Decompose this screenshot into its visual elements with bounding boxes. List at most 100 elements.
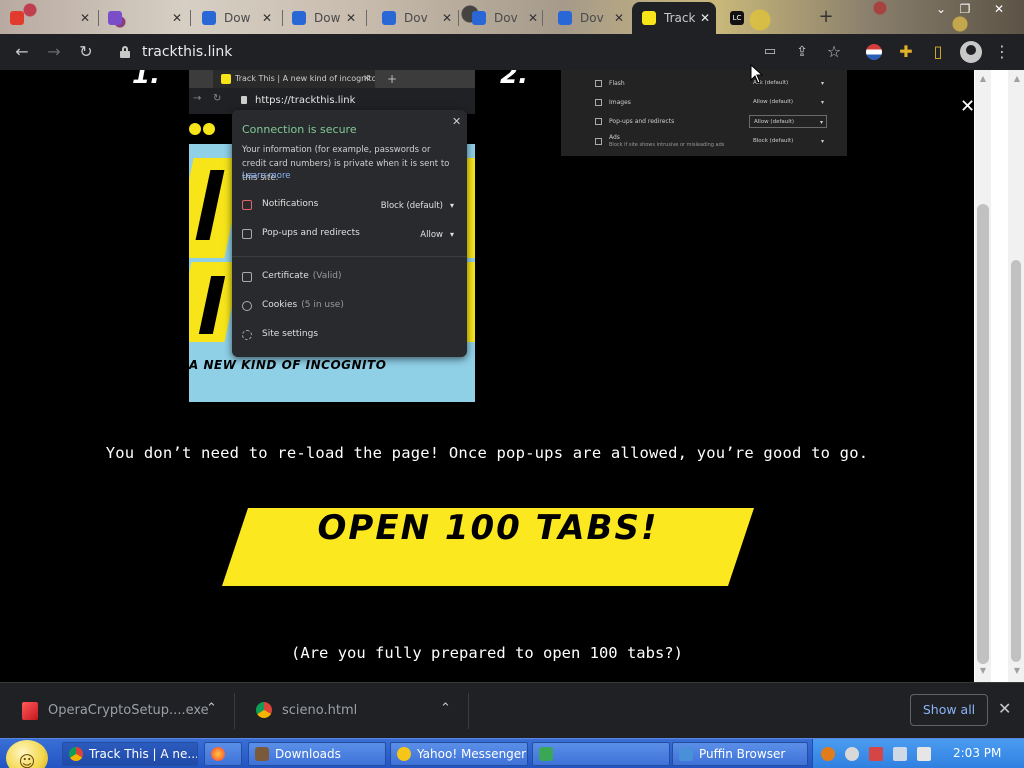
app-icon — [539, 747, 553, 761]
search-icon[interactable] — [821, 747, 835, 761]
taskbar-item[interactable]: Downloads — [248, 742, 386, 766]
download-item[interactable]: OperaCryptoSetup....exe ⌃ — [0, 683, 234, 739]
tab-6[interactable]: Dov ✕ — [466, 6, 544, 30]
chevron-up-icon[interactable]: ⌃ — [440, 701, 451, 716]
tab-favicon — [558, 11, 572, 25]
tab-separator — [458, 10, 459, 26]
reload-icon[interactable]: ↻ — [74, 40, 98, 64]
external-link-icon — [242, 229, 252, 239]
close-icon[interactable]: ✕ — [960, 96, 974, 117]
chevron-up-icon[interactable]: ⌃ — [206, 701, 217, 716]
popups-row: Pop-ups and redirects Allow — [242, 227, 457, 243]
close-icon[interactable]: ✕ — [262, 11, 272, 25]
close-window-icon[interactable]: ✕ — [988, 0, 1010, 18]
restore-window-icon[interactable]: ❐ — [954, 0, 976, 18]
confirmation-question: (Are you fully prepared to open 100 tabs… — [291, 644, 683, 662]
tab-9[interactable]: LC — [724, 6, 794, 30]
close-icon[interactable]: ✕ — [528, 11, 538, 25]
notifications-label: Notifications — [262, 199, 319, 209]
taskbar-item[interactable]: Puffin Browser — [672, 742, 808, 766]
side-panel-icon[interactable]: ▯ — [926, 40, 950, 64]
image-icon — [595, 99, 602, 106]
setting-row: Images Allow (default) — [561, 93, 847, 113]
open-100-tabs-button[interactable]: OPEN 100 TABS! — [222, 508, 754, 586]
screenshot-url: https://trackthis.link — [255, 95, 356, 106]
network-warning-icon[interactable] — [869, 747, 883, 761]
tab-separator — [366, 10, 367, 26]
close-icon[interactable]: ✕ — [172, 11, 182, 25]
firefox-icon — [211, 747, 225, 761]
new-tab-button[interactable]: + — [814, 6, 838, 28]
folder-icon — [255, 747, 269, 761]
tab-active-track-this[interactable]: Track ✕ — [632, 2, 716, 34]
notifications-select: Block (default) — [375, 198, 457, 214]
tab-favicon — [10, 11, 24, 25]
step-number-1: 1. — [132, 70, 160, 90]
address-bar[interactable]: trackthis.link — [110, 38, 850, 66]
taskbar-item-label: Puffin Browser — [699, 747, 786, 761]
lock-icon[interactable] — [120, 46, 130, 58]
popup-title: Connection is secure — [242, 123, 357, 136]
puzzle-extensions-icon[interactable]: ✚ — [894, 40, 918, 64]
popup-blocked-icon[interactable]: ▭ — [758, 40, 782, 64]
extension-flag-icon[interactable] — [862, 40, 886, 64]
back-arrow-icon[interactable]: ← — [10, 40, 34, 64]
forward-arrow-icon: → — [193, 93, 202, 104]
button-label: OPEN 100 TABS! — [317, 508, 659, 548]
tab-5[interactable]: Dov ✕ — [376, 6, 458, 30]
popups-label: Pop-ups and redirects — [262, 228, 360, 238]
mouse-cursor-icon — [750, 63, 764, 84]
tab-separator — [542, 10, 543, 26]
gear-icon — [242, 330, 252, 340]
profile-avatar[interactable] — [960, 41, 982, 63]
start-button[interactable]: ☺ — [6, 740, 48, 768]
forward-arrow-icon[interactable]: → — [42, 40, 66, 64]
close-icon[interactable]: ✕ — [346, 11, 356, 25]
tab-label: Dov — [580, 11, 604, 25]
close-icon[interactable]: ✕ — [998, 699, 1011, 718]
setting-label: Images — [609, 99, 631, 106]
setting-label: Ads — [609, 134, 620, 141]
status-icon[interactable] — [845, 747, 859, 761]
close-icon[interactable]: ✕ — [80, 11, 90, 25]
step-number-2: 2. — [500, 70, 528, 90]
close-icon[interactable]: ✕ — [700, 11, 710, 25]
setting-select: Block (default) — [749, 135, 827, 148]
yahoo-messenger-icon — [397, 747, 411, 761]
scroll-down-arrow-icon[interactable]: ▼ — [1012, 666, 1022, 675]
close-icon[interactable]: ✕ — [614, 11, 624, 25]
share-icon[interactable]: ⇪ — [790, 40, 814, 64]
taskbar-item[interactable] — [532, 742, 670, 766]
bookmark-star-icon[interactable]: ☆ — [822, 40, 846, 64]
tab-7[interactable]: Dov ✕ — [552, 6, 630, 30]
tab-1[interactable]: ✕ — [4, 6, 96, 30]
outer-scrollbar-thumb[interactable] — [1011, 260, 1021, 662]
cookies-label: Cookies (5 in use) — [262, 300, 344, 310]
url-text[interactable]: trackthis.link — [142, 44, 232, 60]
site-settings-row: Site settings — [242, 328, 457, 344]
chevron-down-icon[interactable]: ⌄ — [930, 0, 952, 18]
taskbar-item[interactable]: Yahoo! Messenger — [390, 742, 528, 766]
tab-4[interactable]: Dow ✕ — [286, 6, 362, 30]
scroll-up-arrow-icon[interactable]: ▲ — [1012, 74, 1022, 83]
page-scrollbar[interactable]: ▲ ▼ ▲ ▼ — [974, 70, 1024, 682]
browser-toolbar: ← → ↻ trackthis.link ▭ ⇪ ☆ ✚ ▯ ⋮ — [0, 34, 1024, 70]
more-menu-icon[interactable]: ⋮ — [990, 40, 1014, 64]
show-all-button[interactable]: Show all — [910, 694, 988, 726]
chrome-file-icon — [256, 702, 272, 718]
tab-label: Dow — [224, 11, 251, 25]
tab-2[interactable]: ✕ — [102, 6, 188, 30]
scroll-up-arrow-icon[interactable]: ▲ — [978, 74, 988, 83]
scroll-down-arrow-icon[interactable]: ▼ — [978, 666, 988, 675]
tab-favicon — [202, 11, 216, 25]
decorative-dot — [203, 123, 215, 135]
taskbar-item[interactable] — [204, 742, 242, 766]
volume-icon[interactable] — [917, 747, 931, 761]
tab-3[interactable]: Dow ✕ — [196, 6, 278, 30]
learn-more-link: Learn more — [242, 171, 291, 181]
device-icon[interactable] — [893, 747, 907, 761]
taskbar-item[interactable]: Track This | A ne... — [62, 742, 198, 766]
scrollbar-thumb[interactable] — [977, 204, 989, 664]
download-item[interactable]: scieno.html ⌃ — [234, 683, 468, 739]
close-icon[interactable]: ✕ — [442, 11, 452, 25]
